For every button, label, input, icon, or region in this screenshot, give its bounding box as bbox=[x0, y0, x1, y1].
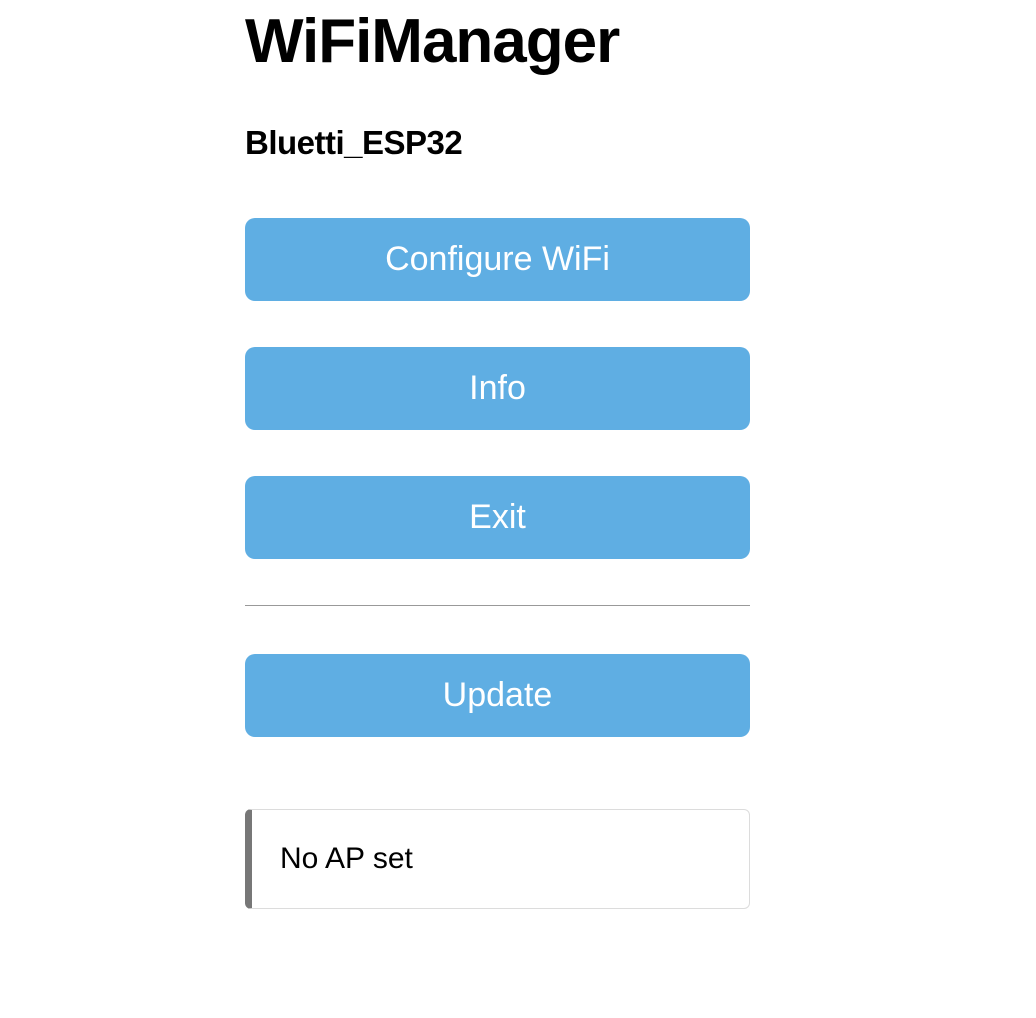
divider bbox=[245, 605, 750, 606]
exit-button[interactable]: Exit bbox=[245, 476, 750, 559]
main-container: WiFiManager Bluetti_ESP32 Configure WiFi… bbox=[245, 8, 750, 909]
configure-wifi-button[interactable]: Configure WiFi bbox=[245, 218, 750, 301]
device-name: Bluetti_ESP32 bbox=[245, 124, 750, 162]
status-message: No AP set bbox=[280, 842, 413, 875]
info-button[interactable]: Info bbox=[245, 347, 750, 430]
update-button[interactable]: Update bbox=[245, 654, 750, 737]
page-title: WiFiManager bbox=[245, 8, 750, 76]
status-box: No AP set bbox=[245, 809, 750, 909]
